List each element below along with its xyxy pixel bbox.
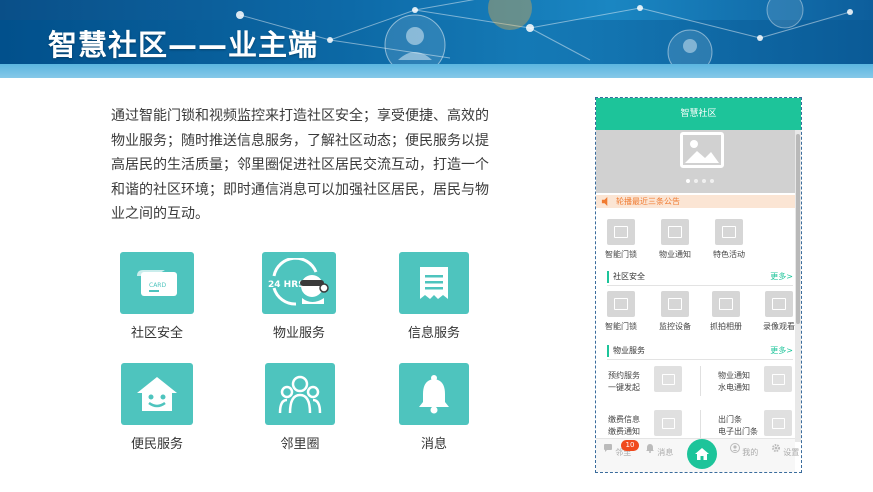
security-item-snapshots[interactable]: 抓拍相册 [704, 291, 748, 332]
feature-tile [399, 252, 469, 314]
feature-label: 物业服务 [272, 326, 325, 341]
image-placeholder-icon [661, 219, 689, 245]
section-title: 物业服务 [613, 346, 645, 355]
image-placeholder-icon [607, 219, 635, 245]
image-placeholder-icon [764, 366, 792, 392]
bell-icon [419, 375, 449, 414]
section-property-service: 物业服务 更多> [607, 345, 793, 357]
divider [700, 410, 701, 438]
quick-item-label: 特色活动 [713, 250, 745, 259]
feature-neighborhood-circle[interactable]: 邻里圈 [250, 363, 350, 452]
unread-badge: 10 [621, 440, 639, 451]
quick-item-label: 物业通知 [659, 250, 691, 259]
image-placeholder-icon [712, 291, 740, 317]
security-item-label: 监控设备 [659, 322, 691, 331]
image-placeholder-icon [765, 291, 793, 317]
user-icon [729, 443, 740, 453]
security-more-link[interactable]: 更多> [770, 271, 793, 283]
phone-scrollbar[interactable] [795, 130, 801, 442]
bell-icon [645, 444, 654, 453]
svg-text:CARD: CARD [149, 282, 166, 289]
banner-carousel[interactable] [596, 130, 795, 193]
page-title: 智慧社区——业主端 [48, 28, 319, 62]
security-item-smart-lock[interactable]: 智能门锁 [599, 291, 643, 332]
svg-text:24 HRS: 24 HRS [268, 280, 305, 290]
tab-label: 设置 [783, 448, 800, 457]
announcement-ticker[interactable]: 轮播最近三条公告 [596, 195, 795, 208]
tab-profile[interactable]: 我的 [729, 443, 759, 458]
tab-label: 消息 [657, 448, 674, 457]
page-banner: 智慧社区——业主端 [0, 0, 873, 78]
section-community-security: 社区安全 更多> [607, 271, 793, 283]
feature-messages[interactable]: 消息 [384, 363, 484, 452]
divider [700, 366, 701, 396]
security-item-label: 抓拍相册 [710, 322, 742, 331]
image-placeholder-icon [680, 132, 724, 168]
phone-header-title: 智慧社区 [596, 98, 801, 130]
service-subtitle: 一键发起 [608, 383, 640, 392]
service-title: 出门条 [718, 415, 742, 424]
announcement-text: 轮播最近三条公告 [616, 197, 680, 206]
image-placeholder-icon [607, 291, 635, 317]
image-placeholder-icon [654, 366, 682, 392]
service-title: 物业通知 [718, 371, 750, 380]
feature-community-security[interactable]: CARD 社区安全 [107, 252, 207, 341]
home-button[interactable] [687, 439, 717, 469]
feature-tile [265, 363, 335, 425]
feature-label: 便民服务 [130, 437, 183, 452]
feature-information-service[interactable]: 信息服务 [384, 252, 484, 341]
service-subtitle: 缴费通知 [608, 427, 640, 436]
phone-tab-bar: 邻里 10 消息 我的 设置 [596, 438, 799, 472]
service-title: 缴费信息 [608, 415, 640, 424]
smiling-house-icon [137, 377, 177, 411]
image-placeholder-icon [661, 291, 689, 317]
carousel-dots[interactable] [686, 179, 714, 183]
security-item-cameras[interactable]: 监控设备 [653, 291, 697, 332]
tab-settings[interactable]: 设置 [770, 443, 800, 458]
security-item-label: 录像观看 [763, 322, 795, 331]
chat-bubble-icon [603, 444, 612, 452]
quick-item-special-activity[interactable]: 特色活动 [707, 219, 751, 260]
card-icon: CARD [137, 270, 177, 296]
feature-tile [399, 363, 469, 425]
service-subtitle: 电子出门条 [718, 427, 758, 436]
quick-item-smart-lock[interactable]: 智能门锁 [599, 219, 643, 260]
image-placeholder-icon [654, 410, 682, 436]
feature-label: 邻里圈 [280, 437, 320, 452]
divider [607, 285, 793, 286]
receipt-icon [420, 267, 448, 299]
service-subtitle: 水电通知 [718, 383, 750, 392]
service-title: 预约服务 [608, 371, 640, 380]
speaker-icon [601, 197, 608, 206]
section-title: 社区安全 [613, 272, 645, 281]
feature-label: 信息服务 [407, 326, 460, 341]
24hrs-service-icon: 24 HRS [268, 258, 329, 306]
feature-tile [121, 363, 193, 425]
security-item-label: 智能门锁 [605, 322, 637, 331]
banner-bottom-strip [0, 64, 873, 78]
people-group-icon [278, 375, 322, 414]
quick-item-property-notice[interactable]: 物业通知 [653, 219, 697, 260]
intro-description: 通过智能门锁和视频监控来打造社区安全；享受便捷、高效的物业服务；随时推送信息服务… [111, 108, 489, 222]
security-item-recordings[interactable]: 录像观看 [757, 291, 801, 332]
quick-item-label: 智能门锁 [605, 250, 637, 259]
feature-property-service[interactable]: 24 HRS 物业服务 [249, 252, 349, 341]
tab-label: 我的 [742, 448, 759, 457]
gear-icon [771, 444, 780, 452]
home-icon [695, 448, 709, 460]
divider [607, 359, 793, 360]
feature-tile: CARD [120, 252, 194, 314]
image-placeholder-icon [764, 410, 792, 436]
phone-preview: 智慧社区 轮播最近三条公告 智能门锁 物业通知 特色活动 社区安全 更多> 智能… [595, 97, 802, 473]
feature-label: 社区安全 [130, 326, 183, 341]
feature-label: 消息 [420, 437, 447, 452]
feature-tile: 24 HRS [262, 252, 336, 314]
feature-convenience-service[interactable]: 便民服务 [107, 363, 207, 452]
property-more-link[interactable]: 更多> [770, 345, 793, 357]
tab-messages[interactable]: 消息 [644, 443, 674, 458]
image-placeholder-icon [715, 219, 743, 245]
